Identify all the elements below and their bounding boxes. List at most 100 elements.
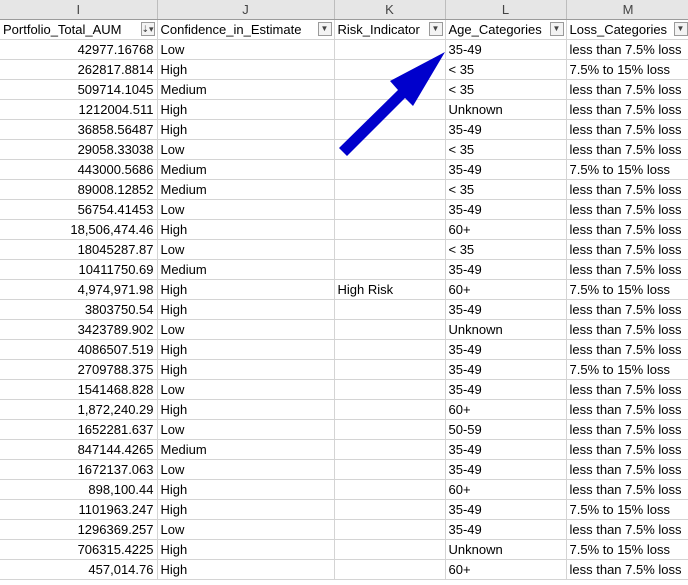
cell[interactable] (334, 179, 446, 200)
cell[interactable]: 847144.4265 (0, 439, 158, 460)
column-letter-1[interactable]: J (157, 0, 335, 20)
cell[interactable] (334, 379, 446, 400)
cell[interactable]: Low (157, 199, 335, 220)
cell[interactable]: High (157, 99, 335, 120)
cell[interactable]: 60+ (445, 559, 567, 580)
cell[interactable]: Medium (157, 179, 335, 200)
cell[interactable]: 1672137.063 (0, 459, 158, 480)
cell[interactable]: less than 7.5% loss (566, 319, 688, 340)
cell[interactable] (334, 99, 446, 120)
cell[interactable]: < 35 (445, 59, 567, 80)
cell[interactable]: less than 7.5% loss (566, 119, 688, 140)
cell[interactable]: less than 7.5% loss (566, 519, 688, 540)
cell[interactable]: less than 7.5% loss (566, 39, 688, 60)
cell[interactable]: High (157, 59, 335, 80)
cell[interactable] (334, 459, 446, 480)
cell[interactable]: Medium (157, 79, 335, 100)
cell[interactable]: 60+ (445, 399, 567, 420)
cell[interactable]: 7.5% to 15% loss (566, 159, 688, 180)
cell[interactable]: 262817.8814 (0, 59, 158, 80)
cell[interactable]: 4,974,971.98 (0, 279, 158, 300)
cell[interactable]: 443000.5686 (0, 159, 158, 180)
cell[interactable]: 35-49 (445, 439, 567, 460)
cell[interactable]: High (157, 479, 335, 500)
cell[interactable]: 7.5% to 15% loss (566, 539, 688, 560)
cell[interactable]: 35-49 (445, 299, 567, 320)
header-cell-loss-categories[interactable]: Loss_Categories ▼ (566, 19, 688, 40)
cell[interactable]: Unknown (445, 539, 567, 560)
cell[interactable]: < 35 (445, 239, 567, 260)
cell[interactable]: 1541468.828 (0, 379, 158, 400)
cell[interactable]: 706315.4225 (0, 539, 158, 560)
cell[interactable] (334, 479, 446, 500)
cell[interactable]: 7.5% to 15% loss (566, 279, 688, 300)
cell[interactable]: less than 7.5% loss (566, 379, 688, 400)
cell[interactable]: High (157, 339, 335, 360)
cell[interactable]: 35-49 (445, 159, 567, 180)
cell[interactable] (334, 119, 446, 140)
cell[interactable]: Unknown (445, 99, 567, 120)
cell[interactable]: High (157, 559, 335, 580)
cell[interactable]: 60+ (445, 479, 567, 500)
sort-filter-dropdown-icon[interactable]: ⇣▾ (140, 22, 155, 36)
cell[interactable]: 60+ (445, 279, 567, 300)
cell[interactable]: 35-49 (445, 359, 567, 380)
cell[interactable]: Low (157, 459, 335, 480)
cell[interactable]: High (157, 359, 335, 380)
cell[interactable] (334, 559, 446, 580)
cell[interactable]: 89008.12852 (0, 179, 158, 200)
cell[interactable]: 35-49 (445, 499, 567, 520)
cell[interactable]: 50-59 (445, 419, 567, 440)
cell[interactable]: 898,100.44 (0, 479, 158, 500)
cell[interactable] (334, 259, 446, 280)
cell[interactable]: 35-49 (445, 119, 567, 140)
cell[interactable]: 29058.33038 (0, 139, 158, 160)
cell[interactable]: 1,872,240.29 (0, 399, 158, 420)
cell[interactable]: 60+ (445, 219, 567, 240)
filter-dropdown-icon[interactable]: ▼ (549, 22, 564, 36)
cell[interactable]: less than 7.5% loss (566, 339, 688, 360)
cell[interactable] (334, 79, 446, 100)
cell[interactable]: High (157, 399, 335, 420)
cell[interactable]: 7.5% to 15% loss (566, 499, 688, 520)
cell[interactable]: Low (157, 39, 335, 60)
cell[interactable] (334, 339, 446, 360)
cell[interactable]: 35-49 (445, 339, 567, 360)
cell[interactable] (334, 399, 446, 420)
cell[interactable]: High (157, 539, 335, 560)
cell[interactable] (334, 39, 446, 60)
cell[interactable]: Medium (157, 159, 335, 180)
cell[interactable]: 18,506,474.46 (0, 219, 158, 240)
cell[interactable]: High (157, 279, 335, 300)
cell[interactable]: Low (157, 379, 335, 400)
cell[interactable]: less than 7.5% loss (566, 239, 688, 260)
cell[interactable]: 18045287.87 (0, 239, 158, 260)
cell[interactable]: 7.5% to 15% loss (566, 59, 688, 80)
column-letter-2[interactable]: K (334, 0, 446, 20)
cell[interactable]: 35-49 (445, 459, 567, 480)
cell[interactable]: < 35 (445, 179, 567, 200)
cell[interactable]: less than 7.5% loss (566, 439, 688, 460)
cell[interactable]: High (157, 499, 335, 520)
cell[interactable]: 7.5% to 15% loss (566, 359, 688, 380)
cell[interactable] (334, 59, 446, 80)
cell[interactable] (334, 159, 446, 180)
cell[interactable] (334, 499, 446, 520)
cell[interactable]: less than 7.5% loss (566, 259, 688, 280)
cell[interactable] (334, 199, 446, 220)
cell[interactable]: less than 7.5% loss (566, 79, 688, 100)
column-letter-0[interactable]: I (0, 0, 158, 20)
cell[interactable]: less than 7.5% loss (566, 99, 688, 120)
cell[interactable]: less than 7.5% loss (566, 459, 688, 480)
cell[interactable]: 3423789.902 (0, 319, 158, 340)
cell[interactable]: 35-49 (445, 259, 567, 280)
cell[interactable] (334, 419, 446, 440)
header-cell-age-categories[interactable]: Age_Categories ▼ (445, 19, 567, 40)
cell[interactable]: < 35 (445, 79, 567, 100)
filter-dropdown-icon[interactable]: ▼ (673, 22, 688, 36)
cell[interactable]: 1212004.511 (0, 99, 158, 120)
cell[interactable] (334, 239, 446, 260)
header-cell-confidence-in-estimate[interactable]: Confidence_in_Estimate ▼ (157, 19, 335, 40)
cell[interactable]: 35-49 (445, 519, 567, 540)
cell[interactable]: less than 7.5% loss (566, 219, 688, 240)
